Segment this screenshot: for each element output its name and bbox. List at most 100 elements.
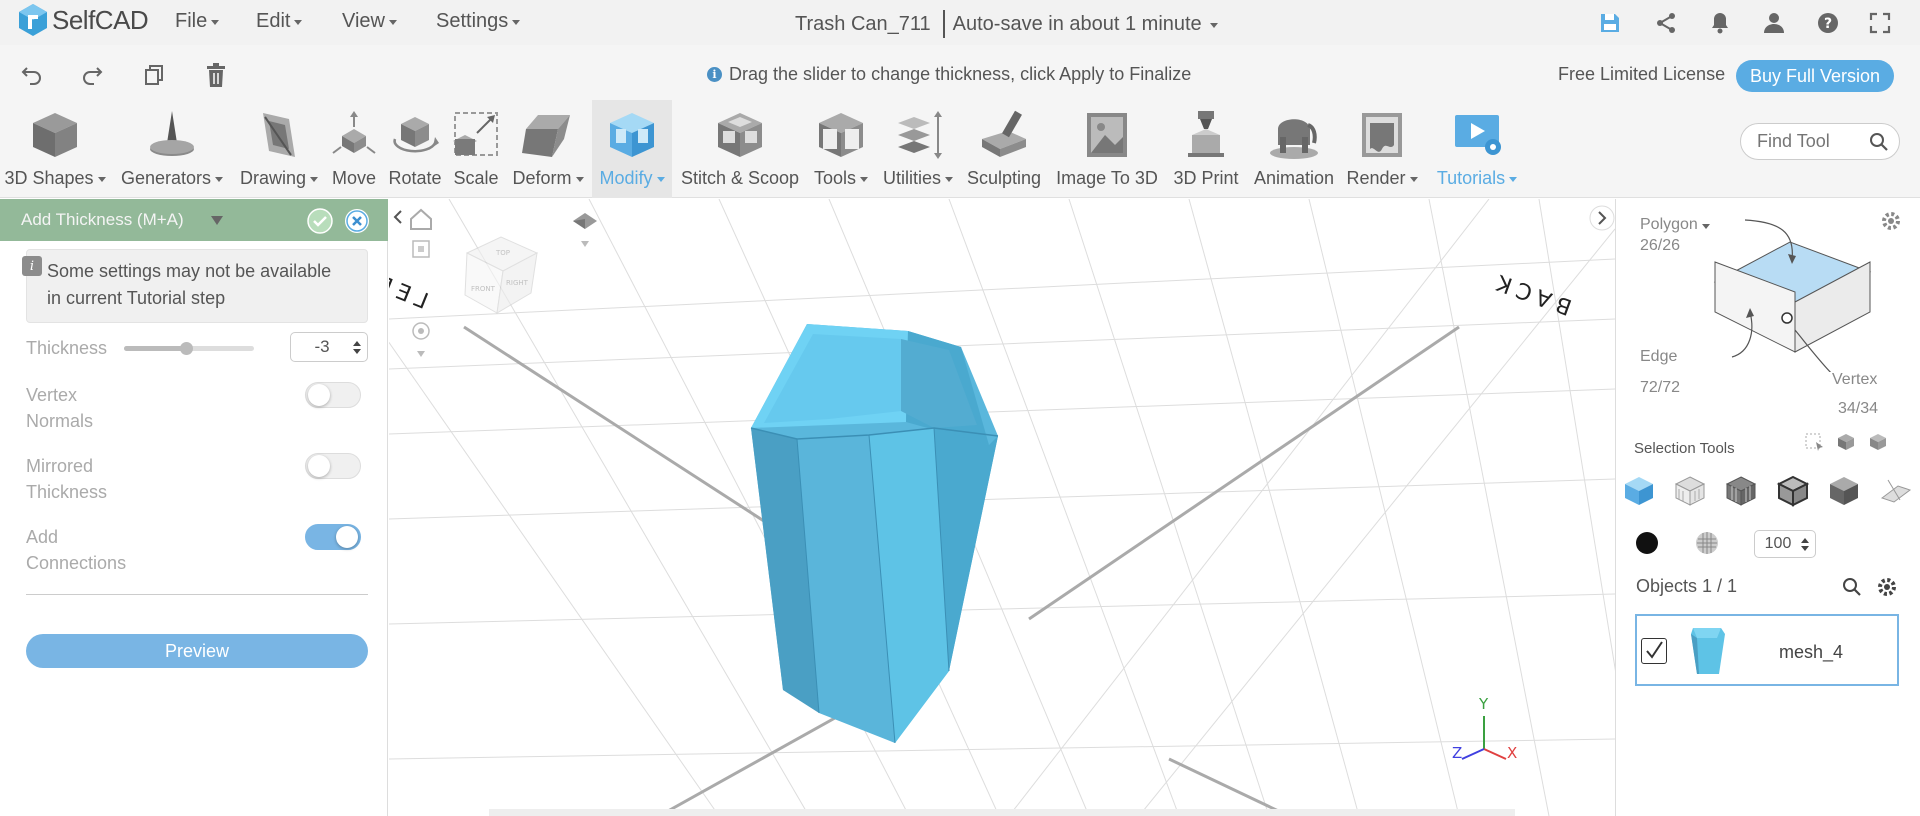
gear-icon[interactable] [1876,576,1898,598]
menu-file[interactable]: File [175,10,220,33]
tool-deform[interactable]: Deform [506,100,590,198]
expand-right-icon[interactable] [1589,205,1615,231]
selection-cube-diagram[interactable] [1700,212,1880,372]
tool-3d-shapes[interactable]: 3D Shapes [2,100,108,198]
select-polygon-mesh-icon[interactable] [1673,474,1707,508]
chevron-down-icon[interactable] [1801,545,1809,551]
search-icon[interactable] [1869,132,1889,152]
stepper-arrows[interactable] [1801,537,1809,551]
vertex-label: Vertex [1832,371,1878,388]
tool-scale[interactable]: Scale [448,100,504,198]
toggle-knob [308,384,330,406]
save-icon[interactable] [1598,11,1622,35]
bell-icon[interactable] [1708,11,1732,35]
add-connections-toggle[interactable] [305,524,361,550]
3d-viewport[interactable]: LEFT BACK TOP FRONT RIGHT Y X Z [389,199,1615,816]
chevron-down-icon[interactable] [211,216,223,225]
buy-full-version-button[interactable]: Buy Full Version [1736,60,1894,92]
project-name[interactable]: Trash Can_711 [795,13,931,36]
user-icon[interactable] [1762,11,1786,35]
gear-icon[interactable] [1880,210,1902,232]
select-object-cube-icon[interactable] [1622,474,1656,508]
select-wireframe-icon[interactable] [1724,474,1758,508]
mesh-trash-can[interactable] [750,324,999,744]
object-visibility-checkbox[interactable] [1641,638,1667,664]
panel-header: Add Thickness (M+A) [0,199,388,241]
close-icon[interactable] [344,208,370,234]
object-list-item[interactable]: mesh_4 [1635,614,1899,686]
chevron-up-icon[interactable] [353,340,361,346]
chevron-down-icon[interactable] [353,348,361,354]
select-objects-icon[interactable] [1836,432,1856,452]
select-plane-icon[interactable] [1878,474,1912,508]
copy-icon[interactable] [142,63,166,87]
texture-icon[interactable] [1694,530,1720,556]
tool-3d-print[interactable]: 3D Print [1168,100,1244,198]
menu-view[interactable]: View [342,10,397,33]
select-face-icon[interactable] [1827,474,1861,508]
viewport-scrollbar[interactable] [489,809,1515,816]
opacity-value[interactable]: 100 [1755,535,1801,553]
tool-drawing[interactable]: Drawing [234,100,324,198]
select-region-icon[interactable] [1804,432,1824,452]
tool-tutorials-label: Tutorials [1436,168,1506,188]
tool-move[interactable]: Move [326,100,382,198]
orbit-icon[interactable] [412,322,430,357]
view-cube-front: FRONT [471,285,496,293]
search-icon[interactable] [1842,577,1862,597]
tool-sculpting[interactable]: Sculpting [962,100,1046,198]
camera-projection-icon[interactable] [573,213,597,247]
app-logo[interactable]: SelfCAD [18,3,149,37]
chevron-down-icon [945,177,953,182]
color-swatch[interactable] [1636,532,1658,554]
fit-view-icon[interactable] [412,240,430,258]
tool-utilities[interactable]: Utilities [876,100,960,198]
tool-render-label: Render [1346,168,1406,188]
view-cube-right: RIGHT [506,279,529,287]
help-icon[interactable]: ? [1816,11,1840,35]
tool-modify[interactable]: Modify [592,100,672,198]
chevron-up-icon[interactable] [1801,537,1809,543]
find-tool-input[interactable] [1757,131,1867,152]
tool-drawing-label: Drawing [239,168,307,188]
tool-3d-print-label: 3D Print [1173,168,1239,188]
preview-button[interactable]: Preview [26,634,368,668]
apply-check-icon[interactable] [307,208,333,234]
view-cube[interactable]: TOP FRONT RIGHT [464,236,539,314]
stepper-arrows[interactable] [353,340,361,354]
chevron-down-icon [215,177,224,182]
tutorial-info-text: Some settings may not be available in cu… [47,261,332,308]
collapse-left-icon[interactable] [393,210,402,224]
add-connections-label: Add Connections [26,527,127,573]
undo-icon[interactable] [20,63,44,87]
tool-image-to-3d[interactable]: Image To 3D [1050,100,1164,198]
tool-tutorials[interactable]: Tutorials [1422,100,1532,198]
tool-rotate[interactable]: Rotate [384,100,446,198]
vertex-normals-toggle[interactable] [305,382,361,408]
tool-tools[interactable]: Tools [808,100,874,198]
panel-divider [26,594,368,595]
opacity-stepper[interactable]: 100 [1754,530,1816,558]
redo-icon[interactable] [80,63,104,87]
thickness-slider[interactable] [124,342,254,355]
object-name[interactable]: mesh_4 [1779,642,1843,663]
viewport-canvas[interactable]: LEFT BACK TOP FRONT RIGHT Y X Z [389,199,1615,816]
delete-icon[interactable] [204,62,228,88]
thickness-value[interactable]: -3 [291,337,353,357]
tool-animation[interactable]: Animation [1246,100,1342,198]
menu-edit[interactable]: Edit [256,10,303,33]
mirrored-thickness-toggle[interactable] [305,453,361,479]
select-all-icon[interactable] [1868,432,1888,452]
home-icon[interactable] [410,208,432,230]
share-icon[interactable] [1654,11,1678,35]
chevron-down-icon[interactable] [1209,22,1218,28]
select-edge-icon[interactable] [1776,474,1810,508]
tool-generators[interactable]: Generators [114,100,230,198]
tool-stitch-scoop[interactable]: Stitch & Scoop [676,100,804,198]
autosave-status[interactable]: Auto-save in about 1 minute [953,13,1202,36]
fullscreen-icon[interactable] [1868,11,1892,35]
tool-render[interactable]: Render [1344,100,1420,198]
thickness-stepper[interactable]: -3 [290,332,368,362]
menu-settings[interactable]: Settings [436,10,521,33]
chevron-down-icon [575,177,584,182]
